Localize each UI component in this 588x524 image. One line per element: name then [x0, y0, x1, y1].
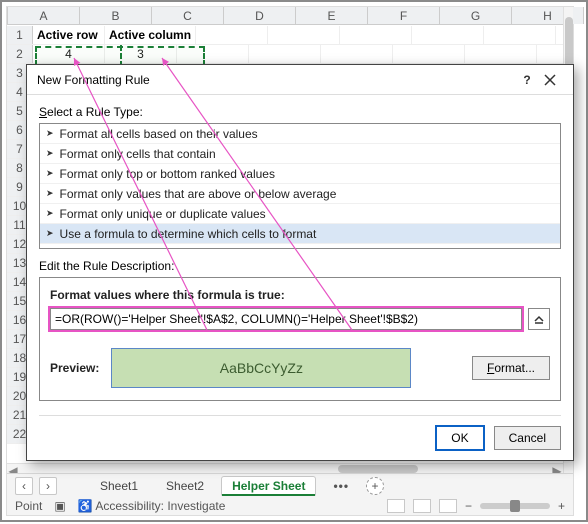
preview-sample: AaBbCcYyZz	[111, 348, 411, 388]
bullet-icon: ➤	[46, 168, 54, 179]
tabs-prev-button[interactable]: ‹	[15, 477, 33, 495]
row-header-1[interactable]: 1	[7, 26, 33, 44]
status-bar: ‹ › Sheet1 Sheet2 Helper Sheet ••• + Poi…	[7, 473, 573, 515]
formula-label: Format values where this formula is true…	[50, 288, 550, 302]
bullet-icon: ➤	[46, 188, 54, 199]
bullet-icon: ➤	[46, 148, 54, 159]
h-scroll-thumb[interactable]	[338, 465, 418, 473]
col-D[interactable]: D	[224, 7, 296, 24]
formula-input[interactable]	[50, 308, 522, 330]
bullet-icon: ➤	[46, 228, 54, 239]
record-macro-icon[interactable]: ▣	[54, 499, 65, 513]
tabs-next-button[interactable]: ›	[39, 477, 57, 495]
view-break-icon[interactable]	[439, 499, 457, 513]
col-B[interactable]: B	[80, 7, 152, 24]
rule-type-item[interactable]: ➤Format only unique or duplicate values	[40, 204, 560, 224]
new-formatting-rule-dialog: New Formatting Rule ? Select a Rule Type…	[26, 64, 574, 461]
cell-F1[interactable]	[412, 26, 484, 44]
horizontal-scrollbar[interactable]: ◀ ▶	[7, 463, 563, 473]
col-F[interactable]: F	[368, 7, 440, 24]
tab-helper-sheet[interactable]: Helper Sheet	[221, 476, 316, 496]
zoom-slider[interactable]	[480, 503, 550, 509]
rule-type-item[interactable]: ➤Format only values that are above or be…	[40, 184, 560, 204]
format-button[interactable]: Format...	[472, 356, 550, 380]
collapse-icon	[533, 313, 545, 325]
tab-add-button[interactable]: +	[366, 477, 384, 495]
col-A[interactable]: A	[8, 7, 80, 24]
rule-type-item-selected[interactable]: ➤Use a formula to determine which cells …	[40, 224, 560, 244]
cell-C2[interactable]	[177, 45, 249, 63]
select-rule-type-label: Select a Rule Type:	[39, 105, 561, 119]
cell-D1[interactable]	[268, 26, 340, 44]
cell-A2[interactable]: 4	[33, 45, 105, 63]
rule-desc-box: Format values where this formula is true…	[39, 277, 561, 401]
cell-F2[interactable]	[393, 45, 465, 63]
h-scroll-right-icon[interactable]: ▶	[551, 464, 563, 473]
close-icon	[544, 74, 556, 86]
dialog-title: New Formatting Rule	[37, 73, 150, 87]
dialog-titlebar[interactable]: New Formatting Rule ?	[27, 65, 573, 95]
bullet-icon: ➤	[46, 128, 54, 139]
col-C[interactable]: C	[152, 7, 224, 24]
col-G[interactable]: G	[440, 7, 512, 24]
cell-E2[interactable]	[321, 45, 393, 63]
dialog-help-button[interactable]: ?	[517, 69, 537, 91]
dialog-close-button[interactable]	[537, 69, 563, 91]
cell-D2[interactable]	[249, 45, 321, 63]
cell-B2[interactable]: 3	[105, 45, 177, 63]
accessibility-status[interactable]: ♿ Accessibility: Investigate	[78, 499, 226, 513]
cell-C1[interactable]	[196, 26, 268, 44]
ok-button[interactable]: OK	[436, 426, 483, 450]
col-H[interactable]: H	[512, 7, 584, 24]
accessibility-label: Accessibility: Investigate	[95, 499, 225, 513]
row-header-2[interactable]: 2	[7, 45, 33, 63]
rule-type-item[interactable]: ➤Format all cells based on their values	[40, 124, 560, 144]
sheet-tabs: ‹ › Sheet1 Sheet2 Helper Sheet ••• +	[7, 474, 573, 496]
collapse-reference-button[interactable]	[528, 308, 550, 330]
cancel-button[interactable]: Cancel	[494, 426, 561, 450]
rule-type-item[interactable]: ➤Format only top or bottom ranked values	[40, 164, 560, 184]
status-mode: Point	[15, 499, 42, 513]
h-scroll-left-icon[interactable]: ◀	[7, 464, 19, 473]
tabs-more-button[interactable]: •••	[322, 476, 360, 496]
bullet-icon: ➤	[46, 208, 54, 219]
tab-sheet2[interactable]: Sheet2	[155, 476, 215, 496]
zoom-in-button[interactable]: +	[558, 499, 565, 513]
column-header-row: A B C D E F G H	[7, 7, 573, 25]
col-E[interactable]: E	[296, 7, 368, 24]
view-layout-icon[interactable]	[413, 499, 431, 513]
cell-G1[interactable]	[484, 26, 556, 44]
tab-sheet1[interactable]: Sheet1	[89, 476, 149, 496]
rule-type-list[interactable]: ➤Format all cells based on their values …	[39, 123, 561, 249]
view-normal-icon[interactable]	[387, 499, 405, 513]
cell-B1[interactable]: Active column	[105, 26, 196, 44]
preview-label: Preview:	[50, 361, 99, 375]
cell-E1[interactable]	[340, 26, 412, 44]
edit-rule-desc-label: Edit the Rule Description:	[39, 259, 561, 273]
rule-type-item[interactable]: ➤Format only cells that contain	[40, 144, 560, 164]
cell-A1[interactable]: Active row	[33, 26, 105, 44]
zoom-out-button[interactable]: −	[465, 499, 472, 513]
cell-G2[interactable]	[465, 45, 537, 63]
